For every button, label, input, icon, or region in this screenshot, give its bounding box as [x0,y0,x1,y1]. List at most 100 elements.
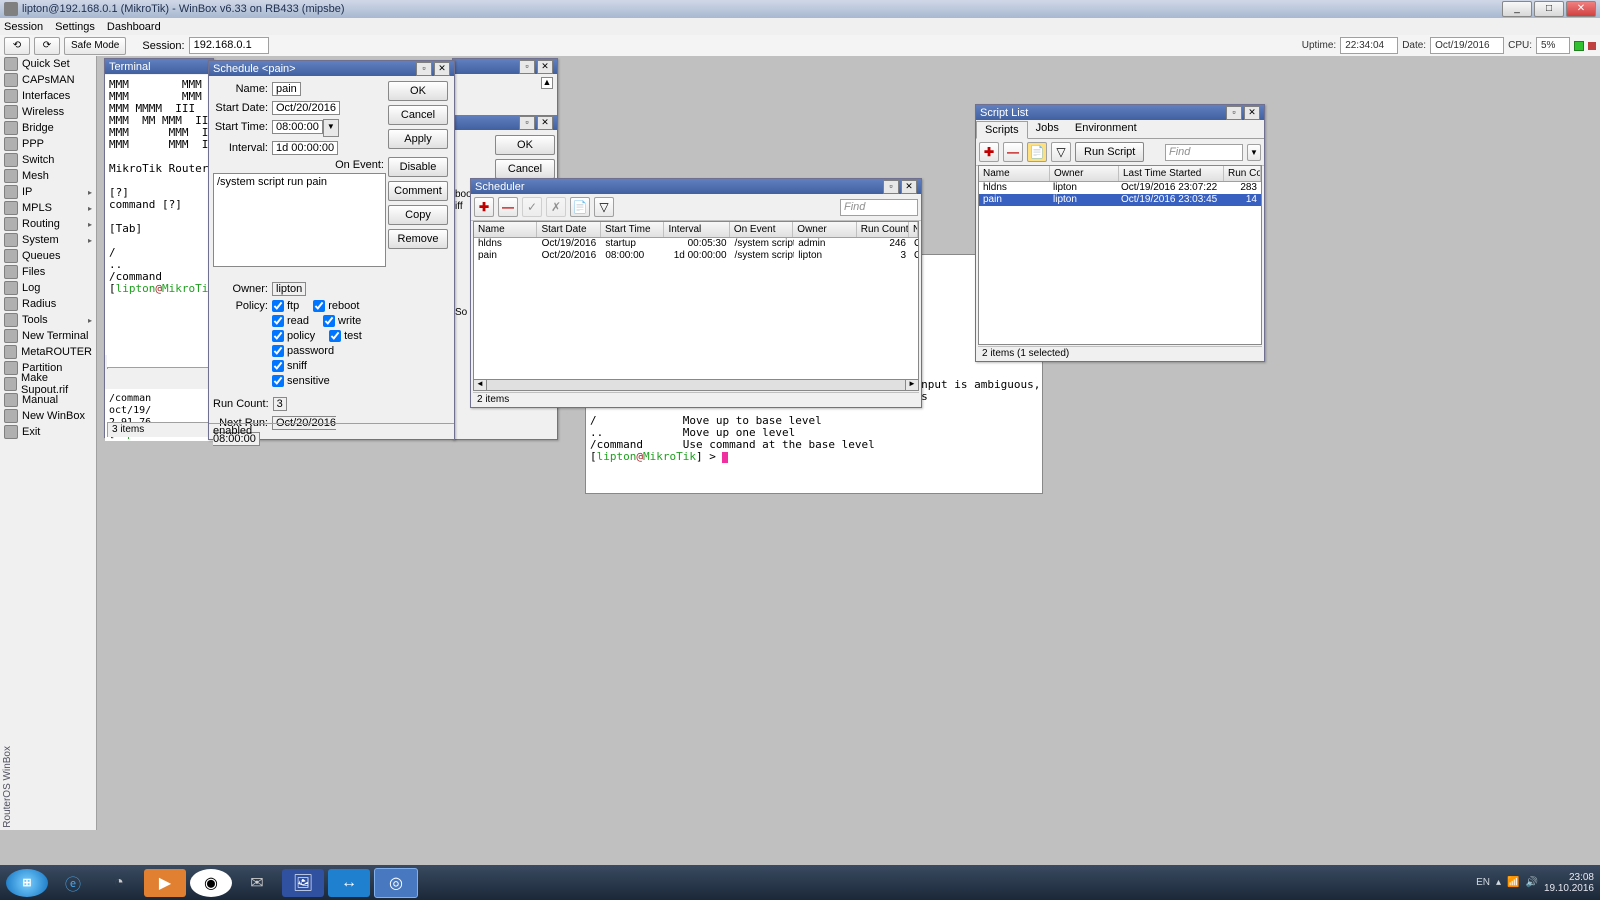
tray-lang[interactable]: EN [1476,877,1490,888]
scheduler-hscroll[interactable]: ◄ ► [473,379,919,391]
taskbar-chrome-icon[interactable]: ◉ [190,869,232,897]
maximize-button[interactable]: □ [1534,1,1564,17]
policy-read-checkbox[interactable]: read [272,315,309,327]
enable-button[interactable]: ✓ [522,197,542,217]
apply-button[interactable]: Apply [388,129,448,149]
sidebar-item-mpls[interactable]: MPLS [0,200,96,216]
taskbar-mediaplayer-icon[interactable]: ▶ [144,869,186,897]
sidebar-item-tools[interactable]: Tools [0,312,96,328]
policy-reboot-checkbox[interactable]: reboot [313,300,359,312]
sidebar-item-interfaces[interactable]: Interfaces [0,88,96,104]
tab-scripts[interactable]: Scripts [976,121,1028,139]
disable-button[interactable]: Disable [388,157,448,177]
sidebar-item-exit[interactable]: Exit [0,424,96,440]
policy-sensitive-checkbox[interactable]: sensitive [272,375,330,387]
taskbar-ie-icon[interactable]: ⓔ [52,869,94,897]
sidebar-item-system[interactable]: System [0,232,96,248]
sidebar-item-bridge[interactable]: Bridge [0,120,96,136]
sidebar-item-radius[interactable]: Radius [0,296,96,312]
filter-button[interactable]: ▽ [1051,142,1071,162]
menu-dashboard[interactable]: Dashboard [107,21,161,33]
scriptlist-grid[interactable]: Name Owner Last Time Started Run Count h… [978,165,1262,345]
policy-sniff-checkbox[interactable]: sniff [272,360,307,372]
note-button[interactable]: 📄 [1027,142,1047,162]
close-button[interactable]: ✕ [537,60,553,74]
policy-test-checkbox[interactable]: test [329,330,362,342]
table-row[interactable]: hldnsliptonOct/19/2016 23:07:22283 [979,182,1261,194]
tray-volume-icon[interactable]: 🔊 [1525,877,1537,888]
taskbar-mail-icon[interactable]: ✉ [236,869,278,897]
start-button[interactable]: ⊞ [6,869,48,897]
col-name[interactable]: Name [474,222,537,237]
add-button[interactable]: ✚ [474,197,494,217]
policy-policy-checkbox[interactable]: policy [272,330,315,342]
col-name[interactable]: Name [979,166,1050,181]
scheduler-grid[interactable]: Name Start Date Start Time Interval On E… [473,221,919,391]
close-button[interactable]: ✕ [901,180,917,194]
sidebar-item-log[interactable]: Log [0,280,96,296]
redo-button[interactable]: ⟳ [34,37,60,55]
col-startdate[interactable]: Start Date [537,222,600,237]
start-date-input[interactable]: Oct/20/2016 [272,101,340,115]
policy-ftp-checkbox[interactable]: ftp [272,300,299,312]
sidebar-item-routing[interactable]: Routing [0,216,96,232]
terminal-body[interactable]: MMM MMM MMM MMM MMM MMMM III MMM MM MMM … [105,75,213,355]
disable-button[interactable]: ✗ [546,197,566,217]
safe-mode-button[interactable]: Safe Mode [64,37,126,55]
schedule-title[interactable]: Schedule <pain>▫✕ [209,61,454,76]
ok-button[interactable]: OK [388,81,448,101]
close-button[interactable]: ✕ [1566,1,1596,17]
col-starttime[interactable]: Start Time [601,222,664,237]
col-onevent[interactable]: On Event [730,222,793,237]
dropdown-icon[interactable]: ▼ [323,119,339,137]
chevron-up-icon[interactable]: ▲ [541,77,553,89]
ok-button[interactable]: OK [495,135,555,155]
scheduler-title[interactable]: Scheduler▫✕ [471,179,921,194]
comment-button[interactable]: 📄 [570,197,590,217]
sidebar-item-capsman[interactable]: CAPsMAN [0,72,96,88]
sidebar-item-quick-set[interactable]: Quick Set [0,56,96,72]
sidebar-item-metarouter[interactable]: MetaROUTER [0,344,96,360]
comment-button[interactable]: Comment [388,181,448,201]
tray-flag-icon[interactable]: ▴ [1496,877,1501,888]
sidebar-item-make-supout-rif[interactable]: Make Supout.rif [0,376,96,392]
table-row[interactable]: hldnsOct/19/2016startup00:05:30/system s… [474,238,918,250]
taskbar-winbox-icon[interactable]: ◎ [374,868,418,898]
col-last[interactable]: Last Time Started [1119,166,1224,181]
policy-write-checkbox[interactable]: write [323,315,361,327]
col-runcount[interactable]: Run Count [857,222,909,237]
sidebar-item-ip[interactable]: IP [0,184,96,200]
run-script-button[interactable]: Run Script [1075,142,1144,162]
remove-button[interactable]: — [498,197,518,217]
sidebar-item-new-winbox[interactable]: New WinBox [0,408,96,424]
policy-password-checkbox[interactable]: password [272,345,334,357]
col-owner[interactable]: Owner [793,222,856,237]
sidebar-item-ppp[interactable]: PPP [0,136,96,152]
col-interval[interactable]: Interval [664,222,729,237]
col-next[interactable]: Next [909,222,918,237]
minimize-button[interactable]: _ [1502,1,1532,17]
remove-button[interactable]: Remove [388,229,448,249]
tab-environment[interactable]: Environment [1067,120,1145,138]
cancel-button[interactable]: Cancel [388,105,448,125]
close-button[interactable]: ✕ [537,116,553,130]
remove-button[interactable]: — [1003,142,1023,162]
col-runcount[interactable]: Run Count [1224,166,1261,181]
sidebar-item-files[interactable]: Files [0,264,96,280]
sidebar-item-mesh[interactable]: Mesh [0,168,96,184]
close-button[interactable]: ✕ [434,62,450,76]
interval-input[interactable]: 1d 00:00:00 [272,141,338,155]
sidebar-item-wireless[interactable]: Wireless [0,104,96,120]
terminal-title[interactable]: Terminal [105,59,213,74]
sidebar-item-queues[interactable]: Queues [0,248,96,264]
restore-button[interactable]: ▫ [1226,106,1242,120]
taskbar-teamviewer-icon[interactable]: ↔ [328,869,370,897]
scriptlist-title[interactable]: Script List▫✕ [976,105,1264,120]
tray-clock[interactable]: 23:0819.10.2016 [1544,872,1594,894]
session-field[interactable]: 192.168.0.1 [189,37,269,54]
partial-title[interactable]: ▫✕ [453,59,557,74]
tab-jobs[interactable]: Jobs [1028,120,1067,138]
menu-session[interactable]: Session [4,21,43,33]
menu-settings[interactable]: Settings [55,21,95,33]
sidebar-item-new-terminal[interactable]: New Terminal [0,328,96,344]
